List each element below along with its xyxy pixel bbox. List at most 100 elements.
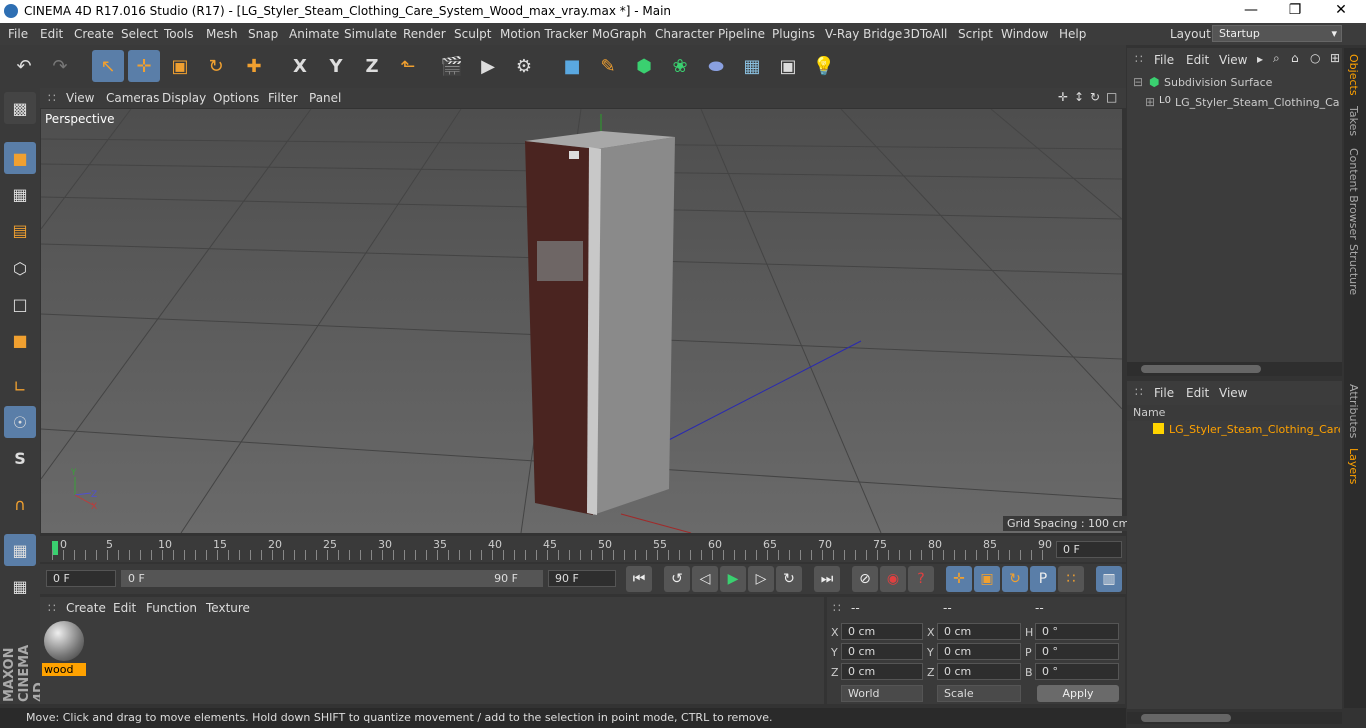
next-frame-icon[interactable]: ▷ <box>748 566 774 592</box>
vp-menu-options[interactable]: Options <box>213 91 259 105</box>
layer-scrollbar[interactable] <box>1127 712 1342 724</box>
tab-attributes[interactable]: Attributes <box>1347 384 1360 438</box>
menu-motion-tracker[interactable]: Motion Tracker <box>500 27 588 41</box>
points-mode-icon[interactable]: ⬡ <box>4 252 36 284</box>
go-to-end-icon[interactable]: ⏭ <box>814 566 840 592</box>
vp-menu-panel[interactable]: Panel <box>309 91 341 105</box>
lock-workplane-icon[interactable]: ▦ <box>4 534 36 566</box>
pos-z-field[interactable]: 0 cm <box>841 663 923 680</box>
rot-b-field[interactable]: 0 ° <box>1035 663 1119 680</box>
y-axis-icon[interactable]: Y <box>320 50 352 82</box>
make-editable-icon[interactable]: ▩ <box>4 92 36 124</box>
menu-mograph[interactable]: MoGraph <box>592 27 647 41</box>
polygons-mode-icon[interactable]: ■ <box>4 324 36 356</box>
record-keys-icon[interactable]: ⊘ <box>852 566 878 592</box>
previous-frame-icon[interactable]: ◁ <box>692 566 718 592</box>
magnet-icon[interactable]: ∩ <box>4 488 36 520</box>
maximize-icon[interactable]: ❐ <box>1272 2 1318 18</box>
deformer-icon[interactable]: ⬬ <box>700 50 732 82</box>
current-frame-field[interactable]: 0 F <box>1056 541 1122 558</box>
cloner-icon[interactable]: ❀ <box>664 50 696 82</box>
z-axis-icon[interactable]: Z <box>356 50 388 82</box>
menu-edit[interactable]: Edit <box>40 27 63 41</box>
timeline-window-icon[interactable]: ▥ <box>1096 566 1122 592</box>
world-coord-icon[interactable]: ⬑ <box>392 50 424 82</box>
layer-menu-view[interactable]: View <box>1219 386 1247 400</box>
pos-y-field[interactable]: 0 cm <box>841 643 923 660</box>
menu-simulate[interactable]: Simulate <box>344 27 397 41</box>
floor-icon[interactable]: ▦ <box>736 50 768 82</box>
timeline[interactable]: 0 5 10 15 20 25 30 35 40 45 50 55 60 65 … <box>40 536 1126 562</box>
mat-menu-edit[interactable]: Edit <box>113 601 136 615</box>
tab-content-browser[interactable]: Content Browser <box>1347 148 1360 240</box>
key-position-icon[interactable]: ✛ <box>946 566 972 592</box>
model-mode-icon[interactable]: ■ <box>4 142 36 174</box>
new-window-icon[interactable]: ⊞ <box>1330 51 1340 65</box>
texture-mode-icon[interactable]: ▦ <box>4 178 36 210</box>
x-axis-icon[interactable]: X <box>284 50 316 82</box>
menu-create[interactable]: Create <box>74 27 114 41</box>
recent-tool-icon[interactable]: ✚ <box>238 50 270 82</box>
go-to-start-icon[interactable]: ⏮ <box>626 566 652 592</box>
horizontal-scrollbar[interactable] <box>1127 362 1342 376</box>
tweak-mode-icon[interactable]: ☉ <box>4 406 36 438</box>
end-frame-field[interactable]: 90 F <box>548 570 616 587</box>
layer-item[interactable]: LG_Styler_Steam_Clothing_Care_Sy <box>1129 421 1340 439</box>
mat-menu-texture[interactable]: Texture <box>206 601 250 615</box>
perspective-viewport[interactable]: Y Z X <box>41 109 1122 533</box>
menu-tools[interactable]: Tools <box>164 27 194 41</box>
coord-mode-select[interactable]: World <box>841 685 923 702</box>
mat-menu-function[interactable]: Function <box>146 601 197 615</box>
menu-sculpt[interactable]: Sculpt <box>454 27 491 41</box>
range-slider[interactable]: 0 F 90 F <box>121 570 543 587</box>
scale-icon[interactable]: ▣ <box>164 50 196 82</box>
undo-icon[interactable]: ↶ <box>8 50 40 82</box>
coord-type-select[interactable]: Scale <box>937 685 1021 702</box>
menu-pipeline[interactable]: Pipeline <box>718 27 765 41</box>
scrollbar-thumb[interactable] <box>1141 714 1231 722</box>
rotate-icon[interactable]: ↻ <box>200 50 232 82</box>
arrow-right-icon[interactable]: ▸ <box>1257 52 1263 66</box>
menu-vray-bridge[interactable]: V-Ray Bridge <box>825 27 902 41</box>
vp-menu-view[interactable]: View <box>66 91 94 105</box>
vp-menu-cameras[interactable]: Cameras <box>106 91 159 105</box>
orbit-view-icon[interactable]: ↻ <box>1090 90 1100 104</box>
workplane-icon[interactable]: ▤ <box>4 214 36 246</box>
material-item[interactable]: wood <box>42 619 86 679</box>
redo-icon[interactable]: ↷ <box>44 50 76 82</box>
snapping-icon[interactable]: S <box>4 442 36 474</box>
light-icon[interactable]: 💡 <box>808 50 840 82</box>
appliance-model[interactable] <box>525 131 675 515</box>
menu-mesh[interactable]: Mesh <box>206 27 238 41</box>
camera-icon[interactable]: ▣ <box>772 50 804 82</box>
menu-script[interactable]: Script <box>958 27 993 41</box>
menu-character[interactable]: Character <box>655 27 714 41</box>
next-key-icon[interactable]: ↻ <box>776 566 802 592</box>
key-scale-icon[interactable]: ▣ <box>974 566 1000 592</box>
key-pla-icon[interactable]: ∷ <box>1058 566 1084 592</box>
obj-menu-edit[interactable]: Edit <box>1186 53 1209 67</box>
search-icon[interactable]: ⌕ <box>1273 51 1280 66</box>
pen-icon[interactable]: ✎ <box>592 50 624 82</box>
menu-window[interactable]: Window <box>1001 27 1048 41</box>
obj-menu-view[interactable]: View <box>1219 53 1247 67</box>
menu-select[interactable]: Select <box>121 27 158 41</box>
tab-takes[interactable]: Takes <box>1347 106 1360 136</box>
size-y-field[interactable]: 0 cm <box>937 643 1021 660</box>
key-rotation-icon[interactable]: ↻ <box>1002 566 1028 592</box>
play-icon[interactable]: ▶ <box>720 566 746 592</box>
menu-help[interactable]: Help <box>1059 27 1086 41</box>
menu-render[interactable]: Render <box>403 27 446 41</box>
edit-render-settings-icon[interactable]: ⚙ <box>508 50 540 82</box>
start-frame-field[interactable]: 0 F <box>46 570 116 587</box>
layer-menu-edit[interactable]: Edit <box>1186 386 1209 400</box>
apply-button[interactable]: Apply <box>1037 685 1119 702</box>
mat-menu-create[interactable]: Create <box>66 601 106 615</box>
home-icon[interactable]: ⌂ <box>1291 51 1299 65</box>
dolly-view-icon[interactable]: ↕ <box>1074 90 1084 104</box>
subdivision-icon[interactable]: ⬢ <box>628 50 660 82</box>
minimize-icon[interactable]: — <box>1228 2 1274 18</box>
layout-select[interactable]: Startup ▾ <box>1212 25 1342 42</box>
filter-icon[interactable]: ○ <box>1310 51 1320 65</box>
live-selection-icon[interactable]: ↖ <box>92 50 124 82</box>
